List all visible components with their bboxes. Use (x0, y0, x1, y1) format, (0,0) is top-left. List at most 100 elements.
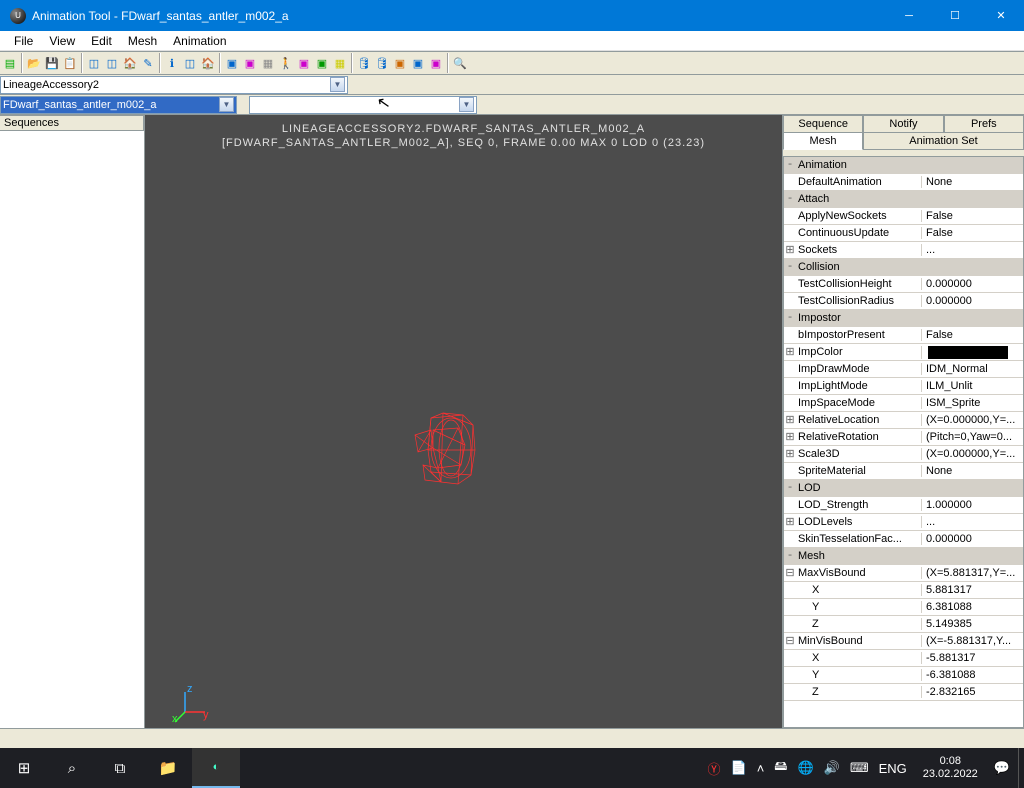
app-taskbar-icon[interactable]: ◐ (192, 748, 240, 788)
expand-icon[interactable]: - (784, 193, 796, 205)
property-value[interactable]: (Pitch=0,Yaw=0... (921, 431, 1023, 443)
property-row[interactable]: SkinTesselationFac...0.000000 (784, 531, 1023, 548)
property-category[interactable]: -Mesh (784, 548, 1023, 565)
toolbar-button[interactable]: 🛢 (355, 53, 373, 73)
property-value[interactable]: 5.881317 (921, 584, 1023, 596)
property-value[interactable]: None (921, 465, 1023, 477)
property-grid[interactable]: -AnimationDefaultAnimationNone-AttachApp… (783, 156, 1024, 728)
expand-icon[interactable]: ⊞ (784, 447, 796, 461)
toolbar-button[interactable]: 🔍 (451, 53, 469, 73)
toolbar-button[interactable]: ◫ (85, 53, 103, 73)
search-button[interactable]: ⌕ (48, 748, 96, 788)
property-value[interactable]: 6.381088 (921, 601, 1023, 613)
property-value[interactable]: (X=5.881317,Y=... (921, 567, 1023, 579)
property-category[interactable]: -Attach (784, 191, 1023, 208)
info-button[interactable]: ℹ (163, 53, 181, 73)
expand-icon[interactable]: - (784, 550, 796, 562)
property-row[interactable]: TestCollisionHeight0.000000 (784, 276, 1023, 293)
property-category[interactable]: -LOD (784, 480, 1023, 497)
toolbar-button[interactable]: ▣ (295, 53, 313, 73)
property-row[interactable]: ⊞Scale3D(X=0.000000,Y=... (784, 446, 1023, 463)
property-value[interactable]: False (921, 210, 1023, 222)
menu-mesh[interactable]: Mesh (120, 32, 165, 50)
tab-animation-set[interactable]: Animation Set (863, 132, 1024, 150)
asset-combo[interactable]: FDwarf_santas_antler_m002_a ▼ (0, 96, 237, 114)
chevron-up-icon[interactable]: ˄ (755, 761, 767, 776)
property-value[interactable]: 1.000000 (921, 499, 1023, 511)
toolbar-button[interactable]: ▦ (331, 53, 349, 73)
color-swatch[interactable] (928, 346, 1008, 359)
expand-icon[interactable]: ⊟ (784, 634, 796, 648)
property-value[interactable]: (X=0.000000,Y=... (921, 414, 1023, 426)
viewport[interactable]: LINEAGEACCESSORY2.FDWARF_SANTAS_ANTLER_M… (145, 115, 782, 728)
tab-notify[interactable]: Notify (863, 115, 943, 133)
expand-icon[interactable]: - (784, 261, 796, 273)
menu-animation[interactable]: Animation (165, 32, 234, 50)
expand-icon[interactable]: - (784, 159, 796, 171)
task-view-button[interactable]: ⧉ (96, 748, 144, 788)
menu-file[interactable]: File (6, 32, 41, 50)
toolbar-button[interactable]: ▣ (223, 53, 241, 73)
property-row[interactable]: ⊞Sockets... (784, 242, 1023, 259)
toolbar-button[interactable]: ▣ (241, 53, 259, 73)
property-category[interactable]: -Impostor (784, 310, 1023, 327)
property-value[interactable]: False (921, 329, 1023, 341)
minimize-button[interactable]: ─ (886, 0, 932, 31)
property-value[interactable]: 5.149385 (921, 618, 1023, 630)
property-row[interactable]: ⊞RelativeRotation(Pitch=0,Yaw=0... (784, 429, 1023, 446)
expand-icon[interactable]: ⊞ (784, 243, 796, 257)
property-row[interactable]: ApplyNewSocketsFalse (784, 208, 1023, 225)
property-category[interactable]: -Collision (784, 259, 1023, 276)
toolbar-button[interactable]: ▣ (427, 53, 445, 73)
expand-icon[interactable]: - (784, 312, 796, 324)
property-category[interactable]: -Animation (784, 157, 1023, 174)
property-row[interactable]: ImpLightModeILM_Unlit (784, 378, 1023, 395)
expand-icon[interactable]: ⊞ (784, 430, 796, 444)
network-icon[interactable]: 🌐 (795, 760, 815, 776)
expand-icon[interactable]: ⊞ (784, 413, 796, 427)
property-value[interactable]: -6.381088 (921, 669, 1023, 681)
property-row[interactable]: bImpostorPresentFalse (784, 327, 1023, 344)
toolbar-button[interactable]: ▣ (409, 53, 427, 73)
tray-icon[interactable]: 📄 (729, 760, 749, 776)
property-value[interactable]: None (921, 176, 1023, 188)
property-value[interactable]: 0.000000 (921, 533, 1023, 545)
toolbar-button[interactable]: ◫ (181, 53, 199, 73)
keyboard-icon[interactable]: ⌨ (848, 760, 871, 776)
open-button[interactable]: 📂 (25, 53, 43, 73)
tab-mesh[interactable]: Mesh (783, 132, 863, 150)
property-row[interactable]: ⊞RelativeLocation(X=0.000000,Y=... (784, 412, 1023, 429)
tray-icon[interactable]: Ⓨ (706, 759, 723, 778)
toolbar-button[interactable]: 🏠 (121, 53, 139, 73)
save-button[interactable]: 💾 (43, 53, 61, 73)
property-row[interactable]: LOD_Strength1.000000 (784, 497, 1023, 514)
toolbar-button[interactable]: ▣ (313, 53, 331, 73)
toolbar-button[interactable]: ✎ (139, 53, 157, 73)
property-row[interactable]: ⊞ImpColor (784, 344, 1023, 361)
property-value[interactable]: (X=0.000000,Y=... (921, 448, 1023, 460)
expand-icon[interactable]: ⊞ (784, 515, 796, 529)
property-value[interactable]: False (921, 227, 1023, 239)
property-value[interactable]: ILM_Unlit (921, 380, 1023, 392)
copy-button[interactable]: 📋 (61, 53, 79, 73)
property-row[interactable]: DefaultAnimationNone (784, 174, 1023, 191)
property-row[interactable]: TestCollisionRadius0.000000 (784, 293, 1023, 310)
property-row[interactable]: X-5.881317 (784, 650, 1023, 667)
explorer-taskbar-icon[interactable]: 📁 (144, 748, 192, 788)
property-value[interactable]: -5.881317 (921, 652, 1023, 664)
toolbar-button[interactable]: ▦ (259, 53, 277, 73)
start-button[interactable]: ⊞ (0, 748, 48, 788)
property-value[interactable]: -2.832165 (921, 686, 1023, 698)
expand-icon[interactable]: ⊟ (784, 566, 796, 580)
expand-icon[interactable]: ⊞ (784, 345, 796, 359)
property-value[interactable]: IDM_Normal (921, 363, 1023, 375)
property-value[interactable]: 0.000000 (921, 295, 1023, 307)
close-button[interactable]: ✕ (978, 0, 1024, 31)
toolbar-button[interactable]: ▣ (391, 53, 409, 73)
property-row[interactable]: ImpDrawModeIDM_Normal (784, 361, 1023, 378)
property-value[interactable]: ISM_Sprite (921, 397, 1023, 409)
property-row[interactable]: ⊟MaxVisBound(X=5.881317,Y=... (784, 565, 1023, 582)
toolbar-button[interactable]: ▤ (1, 53, 19, 73)
tab-prefs[interactable]: Prefs (944, 115, 1024, 133)
toolbar-button[interactable]: 🏠 (199, 53, 217, 73)
